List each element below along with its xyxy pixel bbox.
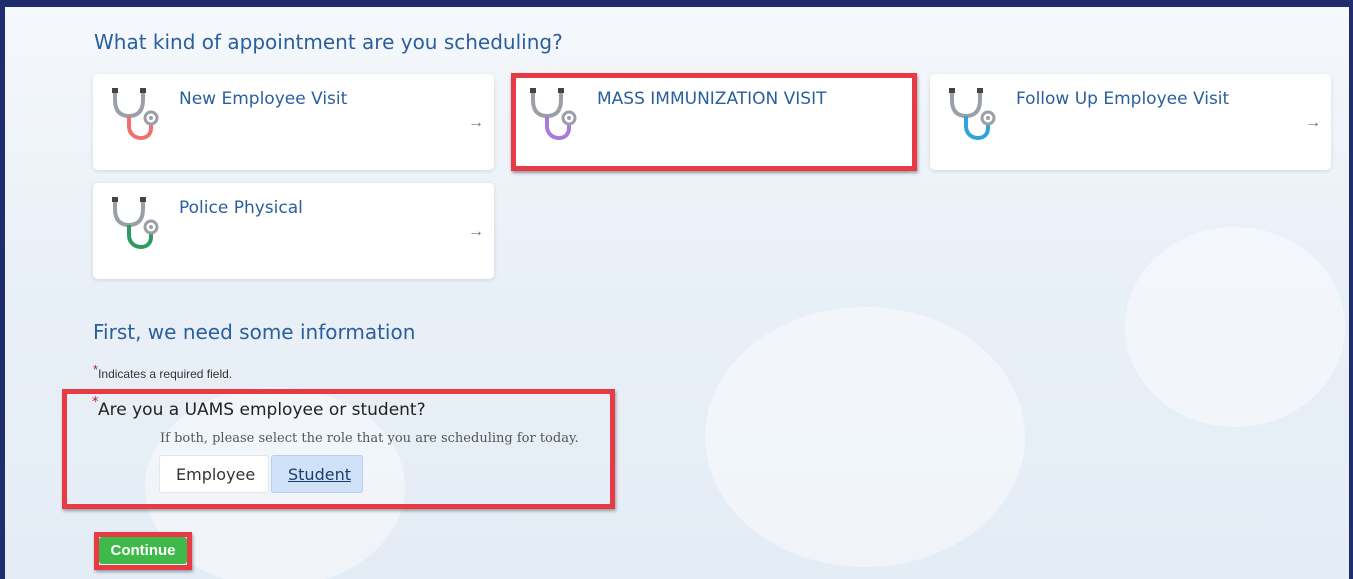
annotation-highlight-box	[511, 73, 917, 171]
appointment-card-new-employee-visit[interactable]: New Employee Visit →	[93, 74, 494, 170]
appointment-card-title: New Employee Visit	[179, 89, 348, 109]
window-frame-right	[1349, 0, 1353, 579]
annotation-highlight-box	[62, 389, 615, 509]
stethoscope-icon	[112, 88, 159, 141]
annotation-highlight-box	[94, 532, 192, 570]
appointment-card-title: Follow Up Employee Visit	[1016, 89, 1230, 109]
appointment-card-follow-up-employee-visit[interactable]: Follow Up Employee Visit →	[930, 74, 1331, 170]
required-note-text: Indicates a required field.	[98, 367, 233, 381]
arrow-right-icon: →	[468, 223, 484, 240]
appointment-card-police-physical[interactable]: Police Physical →	[93, 183, 494, 279]
background-decoration	[705, 307, 1025, 567]
appointment-card-title: Police Physical	[179, 198, 303, 218]
required-asterisk: *	[93, 362, 99, 377]
stethoscope-icon	[112, 197, 159, 250]
stethoscope-icon	[949, 88, 996, 141]
section-heading-information: First, we need some information	[93, 320, 416, 344]
window-frame-top	[0, 0, 1353, 7]
arrow-right-icon: →	[468, 114, 484, 131]
background-decoration	[1125, 227, 1345, 427]
required-field-note: *Indicates a required field.	[93, 362, 233, 381]
arrow-right-icon: →	[1305, 114, 1321, 131]
section-heading-appointment-type: What kind of appointment are you schedul…	[94, 30, 563, 54]
